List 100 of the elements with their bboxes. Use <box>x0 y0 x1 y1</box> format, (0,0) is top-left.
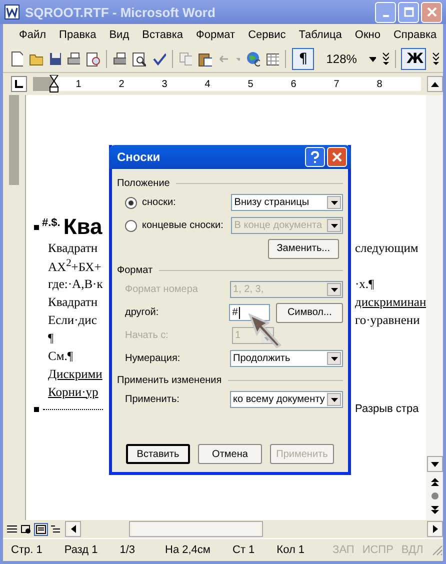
dialog-button[interactable]: Отмена <box>198 444 262 464</box>
menu-item[interactable]: Файл <box>19 29 46 41</box>
radio-button[interactable] <box>125 196 137 208</box>
maximize-button[interactable] <box>398 2 419 22</box>
preview-icon[interactable] <box>86 52 100 66</box>
document-text: дискриминан <box>355 294 426 310</box>
help-button[interactable] <box>305 147 325 167</box>
bullet-icon <box>34 406 39 412</box>
status-item: Разд 1 <box>64 544 98 556</box>
printer-icon[interactable] <box>112 52 126 66</box>
maximize-icon <box>404 7 414 17</box>
left-arrow-icon <box>70 525 76 533</box>
close-button[interactable] <box>327 147 347 167</box>
ruler-number: 2 <box>118 78 126 90</box>
right-arrow-icon <box>432 525 438 533</box>
document-text: Корни·ур <box>48 384 98 398</box>
scroll-up-button[interactable] <box>427 76 443 92</box>
dialog-button[interactable]: Вставить <box>126 444 190 464</box>
footnote-marks: #.$. <box>42 217 60 229</box>
menu-item[interactable]: Справка <box>393 29 437 41</box>
chevron-icon[interactable] <box>382 52 389 66</box>
scroll-down-button[interactable] <box>426 456 442 472</box>
tab-selector-icon[interactable] <box>11 76 27 92</box>
magnifier-page-icon[interactable] <box>132 52 146 66</box>
document-text: Дискрими <box>48 366 102 380</box>
document-w-icon <box>4 4 20 20</box>
mouse-pointer-icon <box>248 313 282 349</box>
group-title: Положение <box>117 178 170 188</box>
dialog-title: Сноски <box>117 150 162 164</box>
document-text: ¶ <box>48 330 54 344</box>
menu-item[interactable]: Вставка <box>142 29 184 41</box>
new-document-icon[interactable] <box>11 51 23 67</box>
status-item: Кол 1 <box>276 544 305 556</box>
document-text: АХ$^{2}$+БХ+ <box>48 260 102 274</box>
page-break-label: Разрыв стра <box>355 403 419 415</box>
chevron-icon[interactable] <box>432 52 439 66</box>
bold-button[interactable]: Ж <box>401 48 426 70</box>
field-label: Формат номера <box>125 284 199 295</box>
previous-page-icon[interactable] <box>430 478 438 486</box>
field-label: Применить: <box>125 394 180 405</box>
spellcheck-icon[interactable] <box>152 52 166 66</box>
outline-view-icon[interactable] <box>51 524 61 534</box>
resize-grip-icon[interactable] <box>431 544 443 556</box>
caret-icon <box>327 352 341 365</box>
scroll-right-button[interactable] <box>427 521 443 537</box>
zoom-field[interactable]: 128% <box>320 52 363 66</box>
menu-item[interactable]: Таблица <box>298 29 342 41</box>
globe-icon[interactable] <box>246 51 260 67</box>
clipboard-icon[interactable] <box>198 52 212 66</box>
status-item: ЗАП <box>332 544 354 556</box>
field-label: Начать с: <box>125 330 170 341</box>
status-item: На 2,4см <box>165 544 210 556</box>
dropdown[interactable]: Внизу страницы <box>231 194 343 211</box>
dropdown[interactable]: ко всему документу <box>230 391 343 408</box>
floppy-icon[interactable] <box>48 52 61 66</box>
table-icon[interactable] <box>266 52 280 66</box>
browse-object-icon[interactable] <box>430 492 438 500</box>
down-arrow-icon <box>430 462 438 466</box>
menu-item[interactable]: Сервис <box>248 29 286 41</box>
folder-icon[interactable] <box>28 52 43 66</box>
close-button[interactable] <box>421 2 442 22</box>
next-page-icon[interactable] <box>430 506 438 514</box>
document-text: где:·А,В·к <box>48 276 103 290</box>
ruler-number: 5 <box>246 78 254 90</box>
field-label: Нумерация: <box>125 353 182 364</box>
vertical-scrollbar[interactable] <box>426 95 443 520</box>
radio-label[interactable]: сноски: <box>142 197 232 208</box>
window-title: SQROOT.RTF - Microsoft Word <box>25 4 216 20</box>
print-layout-icon[interactable] <box>35 524 47 534</box>
caret-icon <box>327 393 341 406</box>
dropdown-caret-icon[interactable] <box>368 56 376 62</box>
symbol-button[interactable]: Символ... <box>276 302 343 322</box>
menu-item[interactable]: Окно <box>354 29 380 41</box>
minimize-icon <box>382 15 388 17</box>
ruler-number: 6 <box>290 78 298 90</box>
minimize-button[interactable] <box>375 2 396 22</box>
input-field[interactable]: # <box>229 304 270 321</box>
ruler-number: 7 <box>332 78 340 90</box>
menu-item[interactable]: Вид <box>109 29 130 41</box>
indent-marker-icon[interactable] <box>49 75 59 93</box>
menu-item[interactable]: Формат <box>196 29 236 41</box>
ruler-number: 8 <box>376 78 384 90</box>
caret-icon <box>327 219 341 232</box>
dropdown[interactable]: Продолжить <box>230 350 343 367</box>
up-arrow-icon <box>431 82 439 86</box>
replace-button[interactable]: Заменить... <box>268 238 339 258</box>
scroll-left-button[interactable] <box>65 521 81 537</box>
group-title: Применить изменения <box>117 374 222 386</box>
question-mark-icon <box>310 151 320 163</box>
group-title: Формат <box>117 264 153 276</box>
caret-icon <box>327 196 341 209</box>
close-icon <box>426 7 436 17</box>
show-marks-button[interactable]: ¶ <box>292 48 314 70</box>
normal-view-icon[interactable] <box>7 524 17 534</box>
printer-icon[interactable] <box>66 52 80 66</box>
menu-item[interactable]: Правка <box>59 29 96 41</box>
scroll-thumb[interactable] <box>129 521 263 537</box>
web-view-icon[interactable] <box>21 524 31 534</box>
document-text: Квадратн <box>48 294 98 308</box>
document-text: Квадратн <box>48 240 98 254</box>
